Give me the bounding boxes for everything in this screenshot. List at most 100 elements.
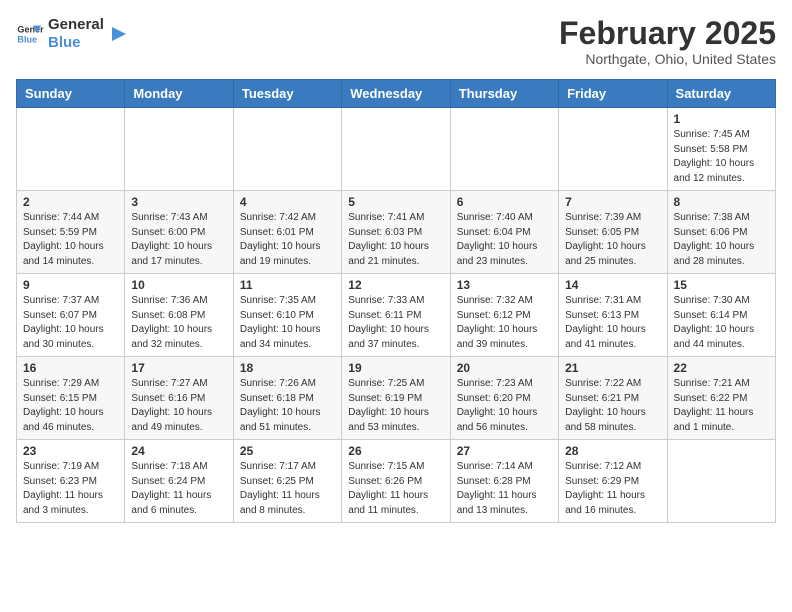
calendar-cell: 14Sunrise: 7:31 AM Sunset: 6:13 PM Dayli… [559,274,667,357]
calendar-cell: 26Sunrise: 7:15 AM Sunset: 6:26 PM Dayli… [342,440,450,523]
day-number: 16 [23,361,118,375]
calendar-cell: 17Sunrise: 7:27 AM Sunset: 6:16 PM Dayli… [125,357,233,440]
day-info: Sunrise: 7:36 AM Sunset: 6:08 PM Dayligh… [131,294,226,352]
day-number: 27 [457,444,552,458]
calendar-cell [17,108,125,191]
day-number: 15 [674,278,769,292]
calendar-cell: 2 Sunrise: 7:44 AM Sunset: 5:59 PM Daylig… [17,191,125,274]
calendar-cell [125,108,233,191]
day-number: 2 [23,195,118,209]
weekday-header: Thursday [450,80,558,108]
calendar-cell: 3 Sunrise: 7:43 AM Sunset: 6:00 PM Daylig… [125,191,233,274]
day-info: Sunrise: 7:26 AM Sunset: 6:18 PM Dayligh… [240,377,335,435]
day-info: Sunrise: 7:40 AM Sunset: 6:04 PM Dayligh… [457,211,552,269]
calendar-cell: 22 Sunrise: 7:21 AM Sunset: 6:22 PM Dayli… [667,357,775,440]
day-info: Sunrise: 7:15 AM Sunset: 6:26 PM Dayligh… [348,460,443,518]
calendar-cell: 23 Sunrise: 7:19 AM Sunset: 6:23 PM Dayli… [17,440,125,523]
day-number: 14 [565,278,660,292]
day-info: Sunrise: 7:42 AM Sunset: 6:01 PM Dayligh… [240,211,335,269]
location-subtitle: Northgate, Ohio, United States [559,51,776,67]
calendar-cell: 9 Sunrise: 7:37 AM Sunset: 6:07 PM Daylig… [17,274,125,357]
logo-icon: General Blue [16,20,44,48]
calendar-cell: 19 Sunrise: 7:25 AM Sunset: 6:19 PM Dayli… [342,357,450,440]
calendar-week-row: 23 Sunrise: 7:19 AM Sunset: 6:23 PM Dayli… [17,440,776,523]
weekday-header: Wednesday [342,80,450,108]
title-block: February 2025 Northgate, Ohio, United St… [559,16,776,67]
calendar-cell: 27 Sunrise: 7:14 AM Sunset: 6:28 PM Dayli… [450,440,558,523]
day-info: Sunrise: 7:44 AM Sunset: 5:59 PM Dayligh… [23,211,118,269]
logo: General Blue General Blue [16,16,130,52]
day-number: 4 [240,195,335,209]
day-info: Sunrise: 7:23 AM Sunset: 6:20 PM Dayligh… [457,377,552,435]
calendar-cell: 6 Sunrise: 7:40 AM Sunset: 6:04 PM Daylig… [450,191,558,274]
day-number: 7 [565,195,660,209]
calendar-cell: 21Sunrise: 7:22 AM Sunset: 6:21 PM Dayli… [559,357,667,440]
day-number: 23 [23,444,118,458]
day-info: Sunrise: 7:37 AM Sunset: 6:07 PM Dayligh… [23,294,118,352]
day-info: Sunrise: 7:12 AM Sunset: 6:29 PM Dayligh… [565,460,660,518]
day-number: 10 [131,278,226,292]
calendar-cell: 8Sunrise: 7:38 AM Sunset: 6:06 PM Daylig… [667,191,775,274]
day-number: 8 [674,195,769,209]
day-info: Sunrise: 7:45 AM Sunset: 5:58 PM Dayligh… [674,128,769,186]
day-number: 18 [240,361,335,375]
calendar-cell: 24 Sunrise: 7:18 AM Sunset: 6:24 PM Dayli… [125,440,233,523]
calendar-cell: 13 Sunrise: 7:32 AM Sunset: 6:12 PM Dayli… [450,274,558,357]
day-info: Sunrise: 7:18 AM Sunset: 6:24 PM Dayligh… [131,460,226,518]
month-title: February 2025 [559,16,776,51]
day-info: Sunrise: 7:25 AM Sunset: 6:19 PM Dayligh… [348,377,443,435]
day-number: 1 [674,112,769,126]
day-number: 9 [23,278,118,292]
weekday-header: Monday [125,80,233,108]
calendar-week-row: 9 Sunrise: 7:37 AM Sunset: 6:07 PM Daylig… [17,274,776,357]
day-info: Sunrise: 7:35 AM Sunset: 6:10 PM Dayligh… [240,294,335,352]
calendar-cell: 20 Sunrise: 7:23 AM Sunset: 6:20 PM Dayli… [450,357,558,440]
day-number: 13 [457,278,552,292]
calendar-cell [342,108,450,191]
day-info: Sunrise: 7:19 AM Sunset: 6:23 PM Dayligh… [23,460,118,518]
weekday-header-row: SundayMondayTuesdayWednesdayThursdayFrid… [17,80,776,108]
day-info: Sunrise: 7:22 AM Sunset: 6:21 PM Dayligh… [565,377,660,435]
calendar-cell: 7 Sunrise: 7:39 AM Sunset: 6:05 PM Daylig… [559,191,667,274]
calendar-cell: 16 Sunrise: 7:29 AM Sunset: 6:15 PM Dayli… [17,357,125,440]
day-number: 3 [131,195,226,209]
day-number: 22 [674,361,769,375]
day-info: Sunrise: 7:43 AM Sunset: 6:00 PM Dayligh… [131,211,226,269]
calendar-week-row: 1 Sunrise: 7:45 AM Sunset: 5:58 PM Daylig… [17,108,776,191]
svg-text:Blue: Blue [17,34,37,44]
calendar-cell: 12Sunrise: 7:33 AM Sunset: 6:11 PM Dayli… [342,274,450,357]
day-info: Sunrise: 7:21 AM Sunset: 6:22 PM Dayligh… [674,377,769,435]
day-number: 20 [457,361,552,375]
calendar-cell: 4 Sunrise: 7:42 AM Sunset: 6:01 PM Daylig… [233,191,341,274]
day-number: 28 [565,444,660,458]
calendar-cell: 18 Sunrise: 7:26 AM Sunset: 6:18 PM Dayli… [233,357,341,440]
calendar-cell [559,108,667,191]
day-info: Sunrise: 7:39 AM Sunset: 6:05 PM Dayligh… [565,211,660,269]
day-number: 19 [348,361,443,375]
logo-blue: Blue [48,34,104,52]
weekday-header: Saturday [667,80,775,108]
day-number: 11 [240,278,335,292]
day-number: 6 [457,195,552,209]
calendar-cell: 28 Sunrise: 7:12 AM Sunset: 6:29 PM Dayli… [559,440,667,523]
day-number: 24 [131,444,226,458]
day-info: Sunrise: 7:32 AM Sunset: 6:12 PM Dayligh… [457,294,552,352]
calendar-week-row: 2 Sunrise: 7:44 AM Sunset: 5:59 PM Daylig… [17,191,776,274]
day-number: 5 [348,195,443,209]
day-info: Sunrise: 7:41 AM Sunset: 6:03 PM Dayligh… [348,211,443,269]
day-info: Sunrise: 7:30 AM Sunset: 6:14 PM Dayligh… [674,294,769,352]
calendar-cell: 1 Sunrise: 7:45 AM Sunset: 5:58 PM Daylig… [667,108,775,191]
day-info: Sunrise: 7:29 AM Sunset: 6:15 PM Dayligh… [23,377,118,435]
calendar-week-row: 16 Sunrise: 7:29 AM Sunset: 6:15 PM Dayli… [17,357,776,440]
logo-arrow-icon [108,23,130,45]
day-info: Sunrise: 7:14 AM Sunset: 6:28 PM Dayligh… [457,460,552,518]
calendar-cell: 10 Sunrise: 7:36 AM Sunset: 6:08 PM Dayli… [125,274,233,357]
page-header: General Blue General Blue February 2025 … [16,16,776,67]
weekday-header: Friday [559,80,667,108]
day-info: Sunrise: 7:27 AM Sunset: 6:16 PM Dayligh… [131,377,226,435]
calendar-cell: 5 Sunrise: 7:41 AM Sunset: 6:03 PM Daylig… [342,191,450,274]
calendar-cell: 11 Sunrise: 7:35 AM Sunset: 6:10 PM Dayli… [233,274,341,357]
weekday-header: Sunday [17,80,125,108]
calendar-table: SundayMondayTuesdayWednesdayThursdayFrid… [16,79,776,523]
calendar-cell [450,108,558,191]
